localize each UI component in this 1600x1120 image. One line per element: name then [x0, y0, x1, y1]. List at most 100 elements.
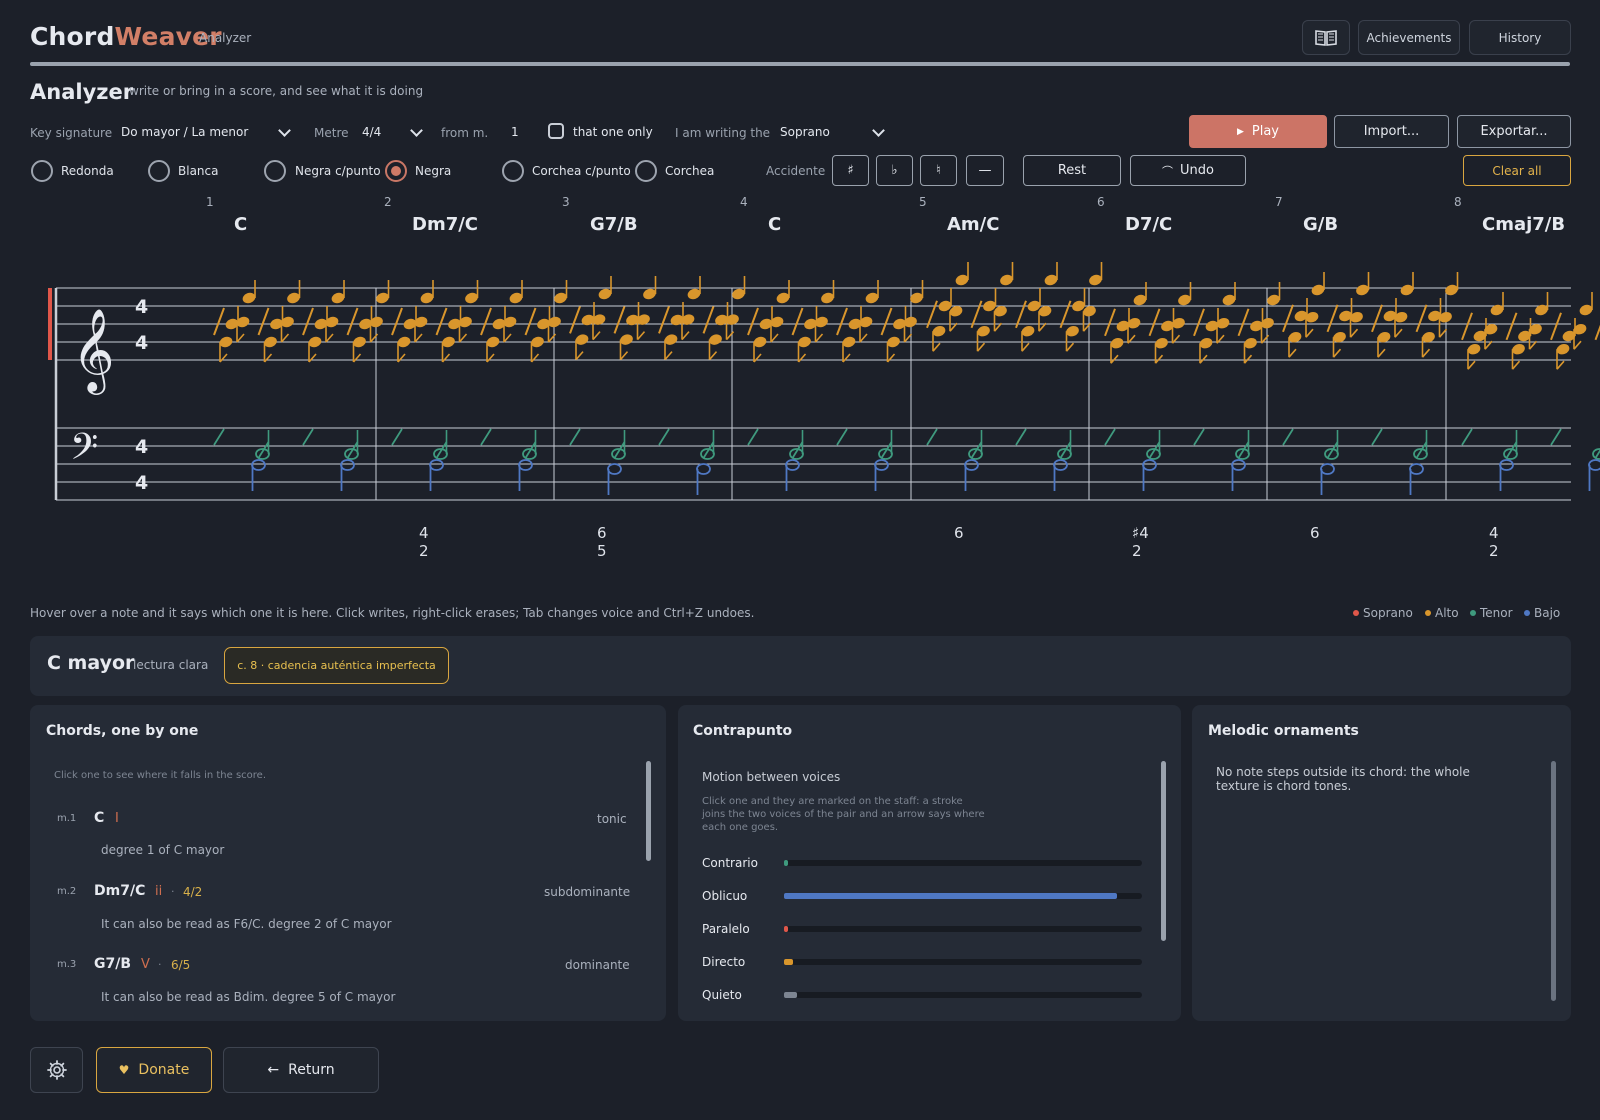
- motion-subtitle: Motion between voices: [702, 770, 841, 784]
- grace-note-slash: [1371, 304, 1383, 333]
- voice-chevron-down-icon[interactable]: [872, 124, 885, 137]
- chord-label: Cmaj7/B: [1482, 214, 1565, 235]
- motion-label-directo[interactable]: Directo: [702, 955, 745, 969]
- page-title: Analyzer: [30, 80, 134, 104]
- motion-track[interactable]: [784, 893, 1142, 899]
- legend-dot: [1425, 610, 1431, 616]
- grace-note-slash: [702, 306, 715, 334]
- donate-button[interactable]: ♥ Donate: [96, 1047, 212, 1093]
- motion-track[interactable]: [784, 926, 1142, 932]
- bass-notehead: [518, 459, 533, 471]
- no-accident-button[interactable]: —: [966, 155, 1004, 186]
- motion-track[interactable]: [784, 959, 1142, 965]
- measure-number: 1: [206, 195, 214, 209]
- rest-button[interactable]: Rest: [1023, 155, 1121, 186]
- chords-scrollbar[interactable]: [646, 761, 651, 861]
- chord-name: C: [94, 810, 105, 826]
- measure-number: 4: [740, 195, 748, 209]
- voice-select[interactable]: Soprano: [780, 125, 830, 139]
- duration-negra-radio[interactable]: [385, 160, 407, 182]
- grace-note-slash: [658, 306, 670, 334]
- brand-subtitle: Analyzer: [199, 31, 252, 45]
- note-flag: [976, 342, 986, 352]
- key-signature-select[interactable]: Do mayor / La menor: [121, 125, 248, 139]
- metre-chevron-down-icon[interactable]: [410, 124, 423, 137]
- measure-number: 5: [919, 195, 927, 209]
- legend-label: Soprano: [1363, 606, 1413, 620]
- settings-button[interactable]: [30, 1047, 83, 1093]
- duration-corchea-punto-radio[interactable]: [502, 160, 524, 182]
- metre-select[interactable]: 4/4: [362, 125, 381, 139]
- duration-corchea-radio[interactable]: [635, 160, 657, 182]
- note-flag: [441, 353, 451, 363]
- note-flag: [636, 331, 646, 341]
- tenor-grace-slash: [926, 428, 938, 446]
- chord-measure: m.1: [57, 813, 77, 824]
- motion-fill-oblicuo: [784, 893, 1117, 899]
- history-button[interactable]: History: [1469, 20, 1571, 55]
- chord-measure: m.2: [57, 886, 77, 897]
- import-button[interactable]: Import...: [1334, 115, 1449, 148]
- tenor-grace-slash: [391, 428, 403, 446]
- only-checkbox[interactable]: [548, 123, 564, 139]
- cursor-marker: [48, 288, 52, 360]
- note-flag: [236, 333, 245, 343]
- play-button[interactable]: ▶ Play: [1189, 115, 1327, 148]
- flat-button[interactable]: ♭: [876, 155, 913, 186]
- motion-label-quieto[interactable]: Quieto: [702, 988, 742, 1002]
- return-button[interactable]: ← Return: [223, 1047, 379, 1093]
- key-chevron-down-icon[interactable]: [278, 124, 291, 137]
- score-staff[interactable]: 𝄞𝄢44441C2Dm7/C423G7/B654C5Am/C66D7/C♯427…: [0, 190, 1600, 600]
- duration-blanca-radio[interactable]: [148, 160, 170, 182]
- grace-note-slash: [1550, 312, 1562, 341]
- duration-negra-punto-radio[interactable]: [264, 160, 286, 182]
- motion-label-paralelo[interactable]: Paralelo: [702, 922, 750, 936]
- natural-button[interactable]: ♮: [920, 155, 957, 186]
- chord-roman: ii: [155, 884, 163, 899]
- tenor-grace-slash: [747, 428, 759, 446]
- chord-label: C: [234, 214, 247, 235]
- figured-bass-bottom: 2: [1489, 542, 1499, 560]
- legend-label: Bajo: [1534, 606, 1561, 620]
- chord-label: Am/C: [947, 214, 999, 235]
- duration-redonda-radio[interactable]: [31, 160, 53, 182]
- motion-track[interactable]: [784, 860, 1142, 866]
- note-flag: [414, 333, 423, 343]
- note-flag: [842, 353, 851, 363]
- legend-item-bajo: Bajo: [1524, 606, 1560, 620]
- sharp-button[interactable]: ♯: [832, 155, 869, 186]
- grace-note-slash: [569, 306, 581, 334]
- bass-notehead: [785, 459, 800, 471]
- note-flag: [263, 353, 273, 363]
- motion-label-oblicuo[interactable]: Oblicuo: [702, 889, 747, 903]
- chord-roman: V: [141, 957, 150, 972]
- bass-notehead: [1142, 459, 1157, 471]
- undo-button[interactable]: ⌒ Undo: [1130, 155, 1246, 186]
- clear-all-button[interactable]: Clear all: [1463, 155, 1571, 186]
- chord-label: G7/B: [590, 214, 638, 235]
- ornaments-scrollbar[interactable]: [1551, 761, 1556, 1001]
- chord-desc: It can also be read as Bdim. degree 5 of…: [101, 990, 396, 1004]
- book-button[interactable]: [1302, 20, 1350, 55]
- gear-icon: [46, 1060, 67, 1080]
- achievements-button[interactable]: Achievements: [1358, 20, 1460, 55]
- note-flag: [1332, 348, 1342, 358]
- cadence-badge[interactable]: c. 8 · cadencia auténtica imperfecta: [224, 647, 449, 684]
- motion-label-contrario[interactable]: Contrario: [702, 856, 758, 870]
- grace-note-slash: [1237, 308, 1250, 337]
- counterpoint-scrollbar[interactable]: [1161, 761, 1166, 941]
- note-flag: [1021, 342, 1030, 352]
- grace-note-slash: [836, 307, 848, 336]
- figured-bass-top: 4: [1489, 524, 1499, 542]
- page-subtitle: write or bring in a score, and see what …: [129, 84, 424, 98]
- brand-logo: ChordWeaver: [30, 22, 222, 51]
- chord-dot: ·: [158, 958, 162, 971]
- grace-note-slash: [747, 307, 759, 336]
- chord-name: G7/B: [94, 956, 132, 972]
- motion-track[interactable]: [784, 992, 1142, 998]
- note-flag: [932, 342, 941, 352]
- from-measure-input[interactable]: 1: [511, 125, 519, 139]
- grace-note-slash: [880, 307, 893, 336]
- export-button[interactable]: Exportar...: [1457, 115, 1571, 148]
- treble-clef: 𝄞: [72, 307, 115, 395]
